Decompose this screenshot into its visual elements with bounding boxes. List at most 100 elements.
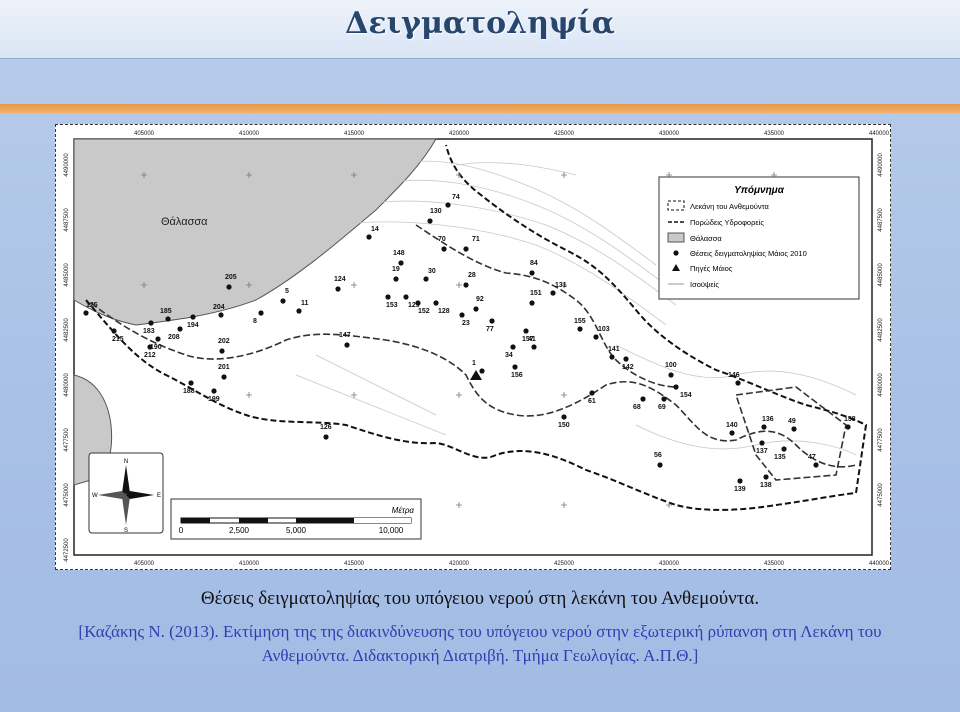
sampling-site-marker (427, 218, 433, 224)
svg-text:0: 0 (179, 526, 184, 535)
sampling-site-marker (258, 310, 264, 316)
sampling-site-label: 185 (160, 308, 172, 315)
sampling-site-marker (463, 246, 469, 252)
figure-caption: Θέσεις δειγματοληψίας του υπόγειου νερού… (200, 588, 760, 609)
sampling-site-marker (531, 344, 537, 350)
sampling-site-label: 74 (452, 194, 460, 201)
sampling-site-label: 158 (844, 416, 856, 423)
sampling-site-label: 142 (622, 364, 634, 371)
y-tick-label: 4490000 (64, 153, 70, 177)
sampling-site-label: 155 (574, 318, 586, 325)
legend-label-spring: Πηγές Μάιος (690, 264, 733, 273)
sampling-site-label: 61 (588, 398, 596, 405)
sampling-site-label: 126 (320, 424, 332, 431)
y-tick-label: 4480000 (64, 373, 70, 397)
sampling-site-marker (335, 286, 341, 292)
sampling-site-marker (398, 260, 404, 266)
sampling-site-marker (415, 300, 421, 306)
sampling-site-label: 70 (438, 236, 446, 243)
sampling-site-label: 137 (756, 448, 768, 455)
sampling-site-label: 212 (144, 352, 156, 359)
sampling-site-marker (781, 446, 787, 452)
sampling-site-marker (512, 364, 518, 370)
sampling-site-marker (323, 434, 329, 440)
y-tick-label: 4477500 (878, 428, 884, 452)
sampling-site-label: 138 (760, 482, 772, 489)
sampling-site-marker (489, 318, 495, 324)
sampling-site-marker (623, 356, 629, 362)
sampling-site-label: 84 (530, 260, 538, 267)
y-tick-label: 4487500 (878, 208, 884, 232)
sampling-site-marker (155, 336, 161, 342)
sampling-site-marker (393, 276, 399, 282)
sampling-site-marker (523, 328, 529, 334)
legend-symbol-sea (667, 232, 685, 243)
svg-text:S: S (124, 528, 128, 534)
sampling-site-marker (561, 414, 567, 420)
scale-bar: Μέτρα 0 2,500 5,000 10,000 (170, 498, 422, 540)
sampling-site-label: 150 (558, 422, 570, 429)
sampling-site-label: 8 (253, 318, 257, 325)
sampling-site-marker (609, 354, 615, 360)
y-tick-label: 4475000 (878, 483, 884, 507)
sampling-site-marker (190, 314, 196, 320)
y-tick-label: 4485000 (878, 263, 884, 287)
legend-label-basin: Λεκάνη του Ανθεμούντα (690, 202, 769, 211)
sampling-site-marker (366, 234, 372, 240)
sampling-site-label: 69 (658, 404, 666, 411)
accent-bar (0, 104, 960, 113)
sampling-site-marker (344, 342, 350, 348)
x-tick-label: 415000 (344, 561, 365, 567)
sampling-site-label: 215 (112, 336, 124, 343)
sampling-site-marker (661, 396, 667, 402)
sampling-site-label: 34 (505, 352, 513, 359)
map-svg: Θάλασσα 741301470 711488412419 302813115… (64, 131, 890, 567)
sampling-site-marker (759, 440, 765, 446)
sampling-site-label: 41 (528, 336, 536, 343)
sampling-site-label: 135 (774, 454, 786, 461)
sampling-site-marker (218, 312, 224, 318)
sampling-site-label: 205 (225, 274, 237, 281)
sampling-site-marker (657, 462, 663, 468)
x-tick-label: 430000 (659, 561, 680, 567)
sampling-site-label: 201 (218, 364, 230, 371)
sampling-site-marker (761, 424, 767, 430)
svg-text:5,000: 5,000 (286, 526, 307, 535)
sampling-site-marker (593, 334, 599, 340)
y-tick-label: 4482500 (64, 318, 70, 342)
x-tick-label: 410000 (239, 131, 260, 137)
sampling-site-marker (147, 344, 153, 350)
sampling-site-marker (403, 294, 409, 300)
y-tick-label: 4487500 (64, 208, 70, 232)
sampling-site-label: 183 (143, 328, 155, 335)
x-tick-labels-top: 405000 410000 415000 420000 425000 430000 4350… (134, 131, 890, 137)
sampling-site-label: 136 (762, 416, 774, 423)
svg-text:N: N (124, 459, 128, 465)
sea-label: Θάλασσα (161, 216, 208, 228)
sampling-site-marker (845, 424, 851, 430)
map-figure: Θάλασσα 74 130 14 70 71 148 84 124 19 30… (55, 124, 891, 570)
sampling-site-label: 156 (511, 372, 523, 379)
sampling-site-label: 146 (728, 372, 740, 379)
sampling-site-marker (479, 368, 485, 374)
sampling-site-marker (111, 328, 117, 334)
sampling-site-marker (83, 310, 89, 316)
sampling-site-label: 140 (726, 422, 738, 429)
sampling-site-label: 139 (734, 486, 746, 493)
sampling-site-marker (385, 294, 391, 300)
x-tick-label: 430000 (659, 131, 680, 137)
x-tick-label: 420000 (449, 131, 470, 137)
sampling-site-label: 151 (530, 290, 542, 297)
legend-label-sea: Θάλασσα (690, 234, 722, 243)
sampling-site-label: 19 (392, 266, 400, 273)
sampling-site-marker (529, 270, 535, 276)
sampling-site-marker (441, 246, 447, 252)
y-tick-label: 4482500 (878, 318, 884, 342)
y-tick-label: 4490000 (878, 153, 884, 177)
legend-symbol-site (673, 250, 679, 256)
sampling-site-label: 103 (598, 326, 610, 333)
y-tick-label: 4472500 (64, 538, 70, 562)
sampling-site-label: 77 (486, 326, 494, 333)
x-tick-label: 425000 (554, 131, 575, 137)
x-tick-label: 425000 (554, 561, 575, 567)
